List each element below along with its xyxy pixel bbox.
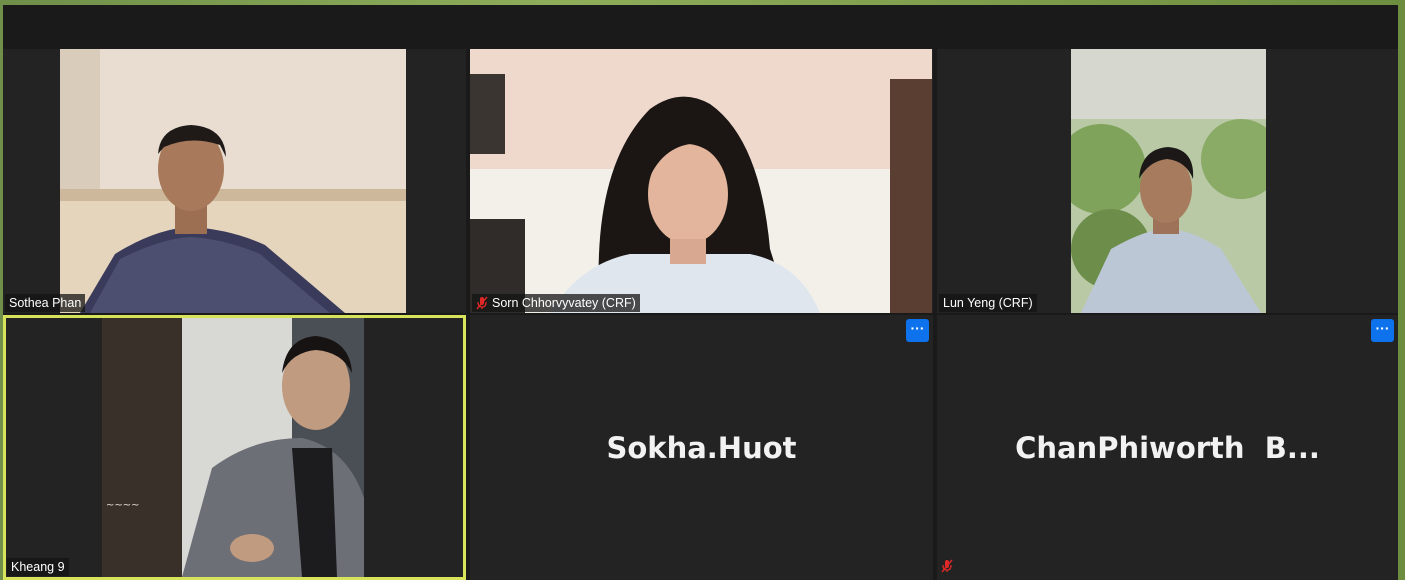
participant-video: ~~~~ bbox=[102, 318, 364, 577]
video-frame-sorn bbox=[470, 49, 932, 313]
video-frame-lun bbox=[1071, 49, 1266, 313]
mic-muted-icon bbox=[941, 559, 953, 573]
participant-video bbox=[60, 49, 406, 313]
participant-name-label: Lun Yeng (CRF) bbox=[939, 294, 1037, 312]
watermark-text: ~~~~ bbox=[106, 500, 140, 511]
top-bar bbox=[3, 5, 1398, 47]
mic-muted-icon bbox=[476, 296, 488, 310]
more-options-icon[interactable]: ··· bbox=[906, 319, 929, 342]
video-tile-sorn-chhorvyvatey[interactable]: Sorn Chhorvyvatey (CRF) bbox=[470, 49, 933, 313]
participant-video bbox=[470, 49, 932, 313]
video-tile-lun-yeng[interactable]: Lun Yeng (CRF) bbox=[937, 49, 1398, 313]
participant-video bbox=[1071, 49, 1266, 313]
participant-name-label: Kheang 9 bbox=[7, 558, 69, 576]
name-text: Sothea Phan bbox=[9, 296, 82, 310]
participant-name-label: Sothea Phan bbox=[5, 294, 86, 312]
video-frame-sothea bbox=[60, 49, 406, 313]
participant-name-display: Sokha.Huot bbox=[606, 430, 797, 465]
meeting-window: Sothea Phan Sorn Chhorvyvatey (CRF) Lun … bbox=[3, 5, 1398, 580]
more-options-icon[interactable]: ··· bbox=[1371, 319, 1394, 342]
name-text: Kheang 9 bbox=[11, 560, 65, 574]
name-text: Lun Yeng (CRF) bbox=[943, 296, 1033, 310]
participant-name-display: ChanPhiworth B... bbox=[1015, 430, 1320, 465]
video-tile-sokha-huot[interactable]: ··· Sokha.Huot bbox=[470, 315, 933, 580]
name-text: Sorn Chhorvyvatey (CRF) bbox=[492, 296, 636, 310]
video-tile-sothea-phan[interactable]: Sothea Phan bbox=[3, 49, 466, 313]
video-tile-chanphiworth[interactable]: ··· ChanPhiworth B... bbox=[937, 315, 1398, 580]
video-tile-kheang-9[interactable]: ~~~~ Kheang 9 bbox=[3, 315, 466, 580]
participant-name-label: Sorn Chhorvyvatey (CRF) bbox=[472, 294, 640, 312]
video-frame-kheang: ~~~~ bbox=[102, 318, 364, 577]
